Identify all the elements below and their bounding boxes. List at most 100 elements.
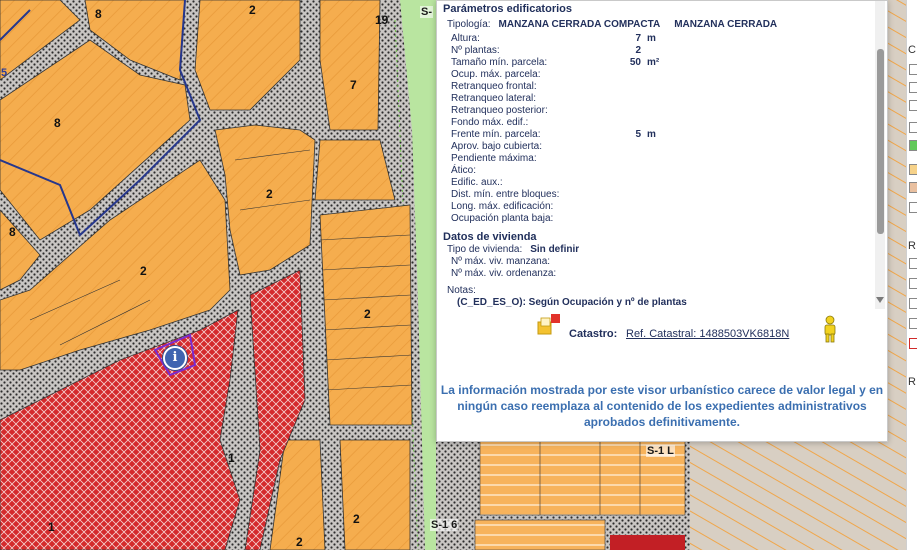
param-row: Retranqueo posterior: <box>451 105 605 116</box>
layer-checkbox[interactable] <box>909 140 917 151</box>
param-label: Pendiente máxima: <box>451 153 537 164</box>
notas-text: (C_ED_ES_O): Según Ocupación y nº de pla… <box>457 297 687 308</box>
tipologia-value-1: MANZANA CERRADA COMPACTA <box>498 19 661 30</box>
param-value: 50 <box>629 57 641 68</box>
red-block-small <box>610 535 685 550</box>
catastro-row: Catastro: Ref. Catastral: 1488503VK6818N <box>537 313 837 353</box>
param-value: 7 <box>635 33 641 44</box>
street-view-person-icon[interactable] <box>821 315 839 343</box>
layer-checkbox[interactable] <box>909 64 917 75</box>
panel-letter: C <box>908 44 916 56</box>
notas-label: Notas: <box>447 285 476 296</box>
layer-checkbox[interactable] <box>909 318 917 329</box>
layer-checkbox[interactable] <box>909 338 917 349</box>
param-row: Altura: 7 m <box>451 33 656 44</box>
scrollbar-thumb[interactable] <box>877 49 884 234</box>
param-label: Retranqueo lateral: <box>451 93 537 104</box>
layer-checkbox[interactable] <box>909 100 917 111</box>
catastro-reference-link[interactable]: Ref. Catastral: 1488503VK6818N <box>626 328 789 340</box>
zone-code: S- <box>420 6 433 18</box>
diagonal-hatch-zone <box>690 440 906 550</box>
block-number: 2 <box>140 264 147 278</box>
param-label: Retranqueo posterior: <box>451 105 548 116</box>
viv-label: Nº máx. viv. ordenanza: <box>451 268 557 279</box>
viv-row: Nº máx. viv. ordenanza: <box>451 268 605 279</box>
param-row: Retranqueo lateral: <box>451 93 605 104</box>
info-marker-icon[interactable]: i <box>163 346 187 370</box>
parcel-info-popup: Parámetros edificatorios Tipología: MANZA… <box>436 0 888 442</box>
param-row: Nº plantas: 2 <box>451 45 647 56</box>
panel-letter: R <box>908 240 916 252</box>
param-label: Edific. aux.: <box>451 177 503 188</box>
section-title-vivienda: Datos de vivienda <box>443 231 537 243</box>
block-number: 2 <box>364 307 371 321</box>
block-number: 2 <box>249 3 256 17</box>
param-row: Long. máx. edificación: <box>451 201 605 212</box>
param-label: Dist. mín. entre bloques: <box>451 189 560 200</box>
param-value: 2 <box>635 45 641 56</box>
viv-label: Nº máx. viv. manzana: <box>451 256 551 267</box>
block-number: 8 <box>9 225 16 239</box>
tipologia-value-2: MANZANA CERRADA <box>674 19 778 30</box>
param-row: Edific. aux.: <box>451 177 605 188</box>
popup-scrollbar[interactable] <box>875 1 885 309</box>
layer-checkbox[interactable] <box>909 182 917 193</box>
tipo-vivienda-label: Tipo de vivienda: <box>447 244 523 255</box>
param-label: Aprov. bajo cubierta: <box>451 141 542 152</box>
layer-checkbox[interactable] <box>909 258 917 269</box>
param-row: Pendiente máxima: <box>451 153 605 164</box>
zone-code: 5 <box>1 67 8 79</box>
param-label: Nº plantas: <box>451 45 500 56</box>
param-label: Ático: <box>451 165 477 176</box>
param-row: Ático: <box>451 165 605 176</box>
param-row: Fondo máx. edif.: <box>451 117 605 128</box>
block-number: 2 <box>296 535 303 549</box>
layer-checkbox[interactable] <box>909 202 917 213</box>
tipologia-label: Tipología: <box>447 19 491 30</box>
block-number: 7 <box>350 78 357 92</box>
layer-checkbox[interactable] <box>909 82 917 93</box>
popup-scroll-area[interactable]: Parámetros edificatorios Tipología: MANZA… <box>437 1 875 309</box>
param-label: Tamaño mín. parcela: <box>451 57 548 68</box>
tipologia-row: Tipología: MANZANA CERRADA COMPACTA MANZAN… <box>447 19 777 30</box>
param-label: Long. máx. edificación: <box>451 201 554 212</box>
block-number: 8 <box>95 7 102 21</box>
param-label: Fondo máx. edif.: <box>451 117 529 128</box>
param-label: Altura: <box>451 33 480 44</box>
param-label: Ocupación planta baja: <box>451 213 554 224</box>
catastro-icon <box>537 314 560 335</box>
param-label: Frente mín. parcela: <box>451 129 541 140</box>
block-number: 1 <box>48 520 55 534</box>
scroll-down-icon[interactable] <box>876 297 884 303</box>
param-unit: m² <box>647 57 660 68</box>
param-label: Ocup. máx. parcela: <box>451 69 541 80</box>
param-unit: m <box>647 129 656 140</box>
param-row: Dist. mín. entre bloques: <box>451 189 605 200</box>
layers-side-panel[interactable]: C R R <box>906 0 917 550</box>
catastro-label: Catastro: <box>569 328 618 340</box>
zone-code: S-1 6 <box>430 519 459 531</box>
block-number: 8 <box>54 116 61 130</box>
tipo-vivienda-row: Tipo de vivienda: Sin definir <box>447 244 579 255</box>
zone-code: S-1 L <box>646 445 675 457</box>
block-number: 2 <box>266 187 273 201</box>
param-row: Aprov. bajo cubierta: <box>451 141 605 152</box>
param-unit: m <box>647 33 656 44</box>
legal-disclaimer: La información mostrada por este visor u… <box>440 383 884 429</box>
block-number: 19 <box>375 13 389 27</box>
layer-checkbox[interactable] <box>909 122 917 133</box>
param-row: Retranqueo frontal: <box>451 81 605 92</box>
section-title-params: Parámetros edificatorios <box>443 3 572 15</box>
param-label: Retranqueo frontal: <box>451 81 537 92</box>
green-right-strip <box>885 0 906 440</box>
tipo-vivienda-value: Sin definir <box>530 244 580 255</box>
param-value: 5 <box>635 129 641 140</box>
panel-letter: R <box>908 376 916 388</box>
viv-row: Nº máx. viv. manzana: <box>451 256 605 267</box>
layer-checkbox[interactable] <box>909 278 917 289</box>
param-row: Ocupación planta baja: <box>451 213 605 224</box>
layer-checkbox[interactable] <box>909 164 917 175</box>
param-row: Ocup. máx. parcela: <box>451 69 605 80</box>
layer-checkbox[interactable] <box>909 298 917 309</box>
block-number: 1 <box>228 451 235 465</box>
